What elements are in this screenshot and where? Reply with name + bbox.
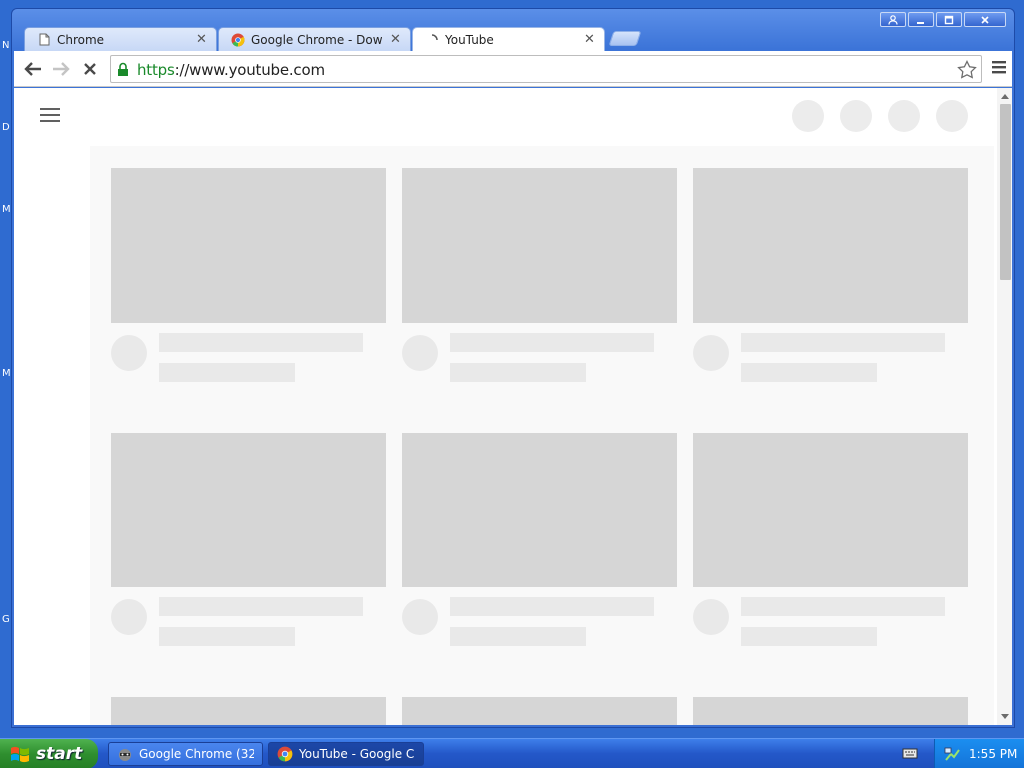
video-thumbnail-placeholder bbox=[111, 168, 386, 323]
taskbar-item-youtube[interactable]: YouTube - Google Ch... bbox=[268, 742, 424, 766]
tab-chrome[interactable]: Chrome ✕ bbox=[24, 27, 217, 51]
taskbar-item-google-chrome[interactable]: Google Chrome (32bit... bbox=[108, 742, 263, 766]
forward-button[interactable] bbox=[50, 58, 72, 80]
meta-placeholder bbox=[159, 363, 295, 382]
header-icon-placeholder bbox=[840, 100, 872, 132]
restore-icon bbox=[944, 15, 954, 24]
meta-placeholder bbox=[741, 627, 877, 646]
channel-avatar-placeholder bbox=[693, 335, 729, 371]
channel-avatar-placeholder bbox=[402, 599, 438, 635]
chrome-menu-icon[interactable] bbox=[992, 60, 1006, 74]
hamburger-menu-icon[interactable] bbox=[40, 108, 60, 124]
loading-icon bbox=[425, 33, 439, 47]
channel-avatar-placeholder bbox=[693, 599, 729, 635]
title-placeholder bbox=[741, 597, 945, 616]
person-icon bbox=[888, 14, 898, 25]
close-tab-icon[interactable]: ✕ bbox=[390, 33, 401, 46]
video-thumbnail-placeholder bbox=[402, 168, 677, 323]
header-icon-placeholder bbox=[792, 100, 824, 132]
stop-button[interactable] bbox=[79, 58, 101, 80]
header-icon-placeholder bbox=[936, 100, 968, 132]
close-tab-icon[interactable]: ✕ bbox=[584, 33, 595, 46]
title-placeholder bbox=[450, 597, 654, 616]
tab-strip: Chrome ✕ Google Chrome - Download t ✕ Yo… bbox=[24, 27, 1004, 51]
scroll-up-icon[interactable] bbox=[1001, 94, 1009, 99]
chrome-icon bbox=[231, 33, 245, 47]
video-thumbnail-placeholder bbox=[693, 697, 968, 725]
chrome-icon bbox=[277, 746, 293, 762]
title-placeholder bbox=[159, 597, 363, 616]
network-icon[interactable] bbox=[943, 745, 961, 763]
video-thumbnail-placeholder bbox=[111, 697, 386, 725]
video-thumbnail-placeholder bbox=[693, 168, 968, 323]
back-arrow-icon bbox=[24, 62, 41, 76]
scroll-thumb[interactable] bbox=[1000, 104, 1011, 280]
title-placeholder bbox=[159, 333, 363, 352]
start-label: start bbox=[36, 744, 83, 764]
close-tab-icon[interactable]: ✕ bbox=[196, 33, 207, 46]
clock: 1:55 PM bbox=[969, 747, 1018, 761]
lock-icon bbox=[118, 62, 128, 76]
url-text: https://www.youtube.com bbox=[137, 61, 325, 79]
video-thumbnail-placeholder bbox=[402, 433, 677, 587]
video-thumbnail-placeholder bbox=[402, 697, 677, 725]
stop-icon bbox=[84, 63, 96, 75]
keyboard-icon[interactable] bbox=[902, 746, 918, 760]
tab-title: YouTube bbox=[445, 32, 494, 47]
window-controls bbox=[880, 12, 1006, 27]
channel-avatar-placeholder bbox=[402, 335, 438, 371]
back-button[interactable] bbox=[22, 58, 44, 80]
profile-button[interactable] bbox=[880, 12, 906, 27]
forward-arrow-icon bbox=[53, 62, 70, 76]
video-thumbnail-placeholder bbox=[111, 433, 386, 587]
desktop-icon-label: N bbox=[2, 40, 10, 51]
title-placeholder bbox=[741, 333, 945, 352]
meta-placeholder bbox=[450, 363, 586, 382]
start-button[interactable]: start bbox=[0, 739, 98, 768]
tab-title: Google Chrome - Download t bbox=[251, 32, 382, 47]
browser-toolbar: https://www.youtube.com bbox=[14, 51, 1012, 87]
tab-title: Chrome bbox=[57, 32, 105, 47]
url-scheme: https bbox=[137, 61, 175, 79]
windows-logo-icon bbox=[11, 746, 29, 763]
scroll-down-icon[interactable] bbox=[1001, 714, 1009, 719]
page-icon bbox=[37, 33, 51, 47]
header-icon-placeholder bbox=[888, 100, 920, 132]
channel-avatar-placeholder bbox=[111, 335, 147, 371]
system-tray: 1:55 PM bbox=[934, 739, 1024, 768]
tab-google-chrome-download[interactable]: Google Chrome - Download t ✕ bbox=[218, 27, 411, 51]
desktop-icon-label: G bbox=[2, 614, 10, 625]
raccoon-icon bbox=[117, 746, 133, 762]
desktop-icon-label: M bbox=[2, 368, 11, 379]
meta-placeholder bbox=[450, 627, 586, 646]
maximize-button[interactable] bbox=[936, 12, 962, 27]
url-host: ://www.youtube.com bbox=[174, 61, 325, 79]
meta-placeholder bbox=[159, 627, 295, 646]
taskbar-item-label: YouTube - Google Ch... bbox=[299, 747, 415, 761]
minimize-button[interactable] bbox=[908, 12, 934, 27]
page-viewport bbox=[14, 88, 1012, 725]
title-placeholder bbox=[450, 333, 654, 352]
taskbar: start Google Chrome (32bit... YouTube - … bbox=[0, 738, 1024, 768]
video-thumbnail-placeholder bbox=[693, 433, 968, 587]
meta-placeholder bbox=[741, 363, 877, 382]
channel-avatar-placeholder bbox=[111, 599, 147, 635]
bookmark-star-icon[interactable] bbox=[957, 60, 977, 79]
desktop-icon-label: D bbox=[2, 122, 10, 133]
address-bar[interactable]: https://www.youtube.com bbox=[110, 55, 982, 83]
close-window-button[interactable] bbox=[964, 12, 1006, 27]
taskbar-item-label: Google Chrome (32bit... bbox=[139, 747, 254, 761]
new-tab-button[interactable] bbox=[608, 31, 642, 46]
browser-window: Chrome ✕ Google Chrome - Download t ✕ Yo… bbox=[11, 8, 1015, 728]
minimize-icon bbox=[917, 21, 924, 24]
tab-youtube[interactable]: YouTube ✕ bbox=[412, 27, 605, 51]
desktop-icon-label: M bbox=[2, 204, 11, 215]
close-icon bbox=[981, 15, 989, 24]
vertical-scrollbar[interactable] bbox=[997, 88, 1012, 725]
